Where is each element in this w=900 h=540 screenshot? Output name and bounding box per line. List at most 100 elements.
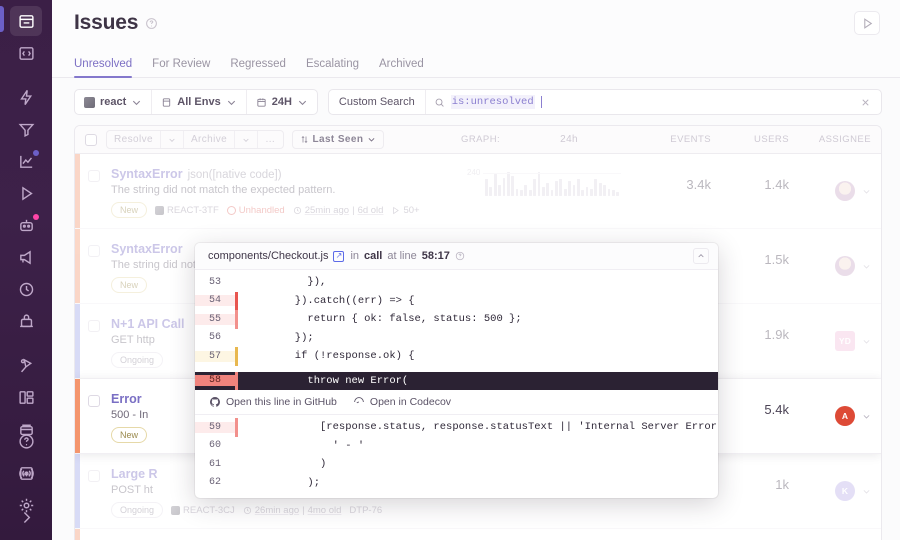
sparkline-bar <box>590 189 593 196</box>
code-line[interactable]: 60 ' - ' <box>195 437 718 456</box>
avatar[interactable]: A <box>835 406 855 426</box>
issue-title[interactable]: SyntaxErrorjson([native code]) <box>111 167 461 181</box>
sort-icon <box>300 135 309 144</box>
play-send-icon <box>861 17 874 30</box>
sort-label: Last Seen <box>313 134 364 145</box>
users-count[interactable]: 1k <box>711 454 789 528</box>
sidebar-item-broadcast[interactable] <box>10 458 42 488</box>
external-link-icon[interactable]: ↗ <box>333 251 344 262</box>
sort-button[interactable]: Last Seen <box>292 130 385 149</box>
issue-sparkline: 3 <box>461 529 629 540</box>
environment-icon <box>161 97 172 108</box>
ai-bot-badge-dot <box>33 214 39 220</box>
users-count[interactable]: 1.9k <box>711 304 789 378</box>
sparkline-bar <box>533 179 536 196</box>
graph-period-toggle[interactable]: 24h <box>560 134 578 145</box>
assignee-cell[interactable]: YD <box>789 304 881 378</box>
code-line[interactable]: 54 }).catch((err) => { <box>195 292 718 311</box>
avatar[interactable]: K <box>835 481 855 501</box>
row-checkbox[interactable] <box>88 245 100 257</box>
sidebar-item-insights[interactable] <box>10 146 42 176</box>
assignee-cell[interactable]: AT <box>789 529 881 540</box>
code-line[interactable]: 55 return { ok: false, status: 500 }; <box>195 310 718 329</box>
tab-escalating[interactable]: Escalating <box>306 58 359 77</box>
short-id[interactable]: REACT-3CJ <box>171 505 235 516</box>
sidebar-item-projects[interactable] <box>10 38 42 68</box>
sidebar-item-history[interactable] <box>10 274 42 304</box>
assignee-cell[interactable] <box>789 154 881 228</box>
chevron-down-icon[interactable] <box>862 487 871 496</box>
users-count[interactable]: 1.4k <box>711 154 789 228</box>
sidebar-item-crons[interactable] <box>10 306 42 336</box>
sidebar-expand-button[interactable] <box>10 502 42 532</box>
assignee-cell[interactable]: K <box>789 454 881 528</box>
avatar[interactable] <box>835 256 855 276</box>
table-row[interactable]: Errorcall(components/ProductsJoin)app un… <box>75 529 881 540</box>
avatar[interactable] <box>835 181 855 201</box>
sidebar-item-performance[interactable] <box>10 82 42 112</box>
row-checkbox[interactable] <box>88 395 100 407</box>
question-circle-icon[interactable] <box>145 17 158 30</box>
environment-filter[interactable]: All Envs <box>152 90 246 114</box>
avatar[interactable]: YD <box>835 331 855 351</box>
custom-search-label[interactable]: Custom Search <box>329 90 426 114</box>
time-period-filter[interactable]: 24H <box>247 90 317 114</box>
table-row[interactable]: SyntaxErrorjson([native code]) The string… <box>75 154 881 229</box>
sidebar-item-alerts[interactable] <box>10 242 42 272</box>
archive-dropdown-button[interactable] <box>235 131 258 148</box>
sidebar-item-ai-bot[interactable] <box>10 210 42 240</box>
popover-collapse-button[interactable] <box>693 248 709 264</box>
issue-subtitle: The string did not match the expected pa… <box>111 184 461 196</box>
projects-icon <box>18 45 35 62</box>
sidebar-item-issues[interactable] <box>10 6 42 36</box>
project-filter[interactable]: react <box>75 90 152 114</box>
tab-unresolved[interactable]: Unresolved <box>74 58 132 77</box>
question-circle-icon[interactable] <box>455 251 465 261</box>
clear-search-button[interactable] <box>850 90 881 114</box>
events-count[interactable]: 3.4k <box>629 154 711 228</box>
open-in-github-link[interactable]: Open this line in GitHub <box>209 396 337 408</box>
code-line[interactable]: 57 if (!response.ok) { <box>195 347 718 366</box>
chevron-down-icon[interactable] <box>862 337 871 346</box>
users-count[interactable]: 1.5k <box>711 229 789 303</box>
sidebar-item-funnel[interactable] <box>10 114 42 144</box>
row-checkbox[interactable] <box>88 320 100 332</box>
assignee-cell[interactable]: A <box>789 379 881 453</box>
sidebar-item-dashboards[interactable] <box>10 382 42 412</box>
sidebar-item-help[interactable] <box>10 426 42 456</box>
chevron-down-icon[interactable] <box>862 412 871 421</box>
short-id[interactable]: REACT-3TF <box>155 205 219 216</box>
sidebar-item-replays[interactable] <box>10 178 42 208</box>
code-line[interactable]: 61 ) <box>195 455 718 474</box>
code-line[interactable]: 53 }), <box>195 273 718 292</box>
select-all-checkbox[interactable] <box>85 134 97 146</box>
code-line[interactable]: 56 }); <box>195 329 718 348</box>
assignee-cell[interactable] <box>789 229 881 303</box>
code-line-active[interactable]: 58 throw new Error( <box>195 372 718 391</box>
sparkline-bar <box>577 179 580 196</box>
play-send-button[interactable] <box>854 11 880 35</box>
archive-button[interactable]: Archive <box>184 131 235 148</box>
more-actions-button[interactable]: … <box>258 131 282 148</box>
code-line[interactable]: 59 [response.status, response.statusText… <box>195 418 718 437</box>
users-count[interactable]: 5.4k <box>711 379 789 453</box>
chevron-down-icon[interactable] <box>862 262 871 271</box>
row-checkbox[interactable] <box>88 170 100 182</box>
users-count[interactable]: 26 <box>711 529 789 540</box>
open-in-codecov-link[interactable]: Open in Codecov <box>353 396 451 408</box>
tab-archived[interactable]: Archived <box>379 58 424 77</box>
sidebar-item-feature-flags[interactable] <box>10 350 42 380</box>
chevron-down-icon[interactable] <box>862 187 871 196</box>
code-line[interactable]: 62 ); <box>195 474 718 493</box>
tab-for-review[interactable]: For Review <box>152 58 210 77</box>
replay-count[interactable]: 50+ <box>391 205 419 216</box>
linked-issue-id[interactable]: DTP-76 <box>349 505 382 516</box>
events-count[interactable]: 26 <box>629 529 711 540</box>
line-number: 58 <box>195 375 235 386</box>
resolve-dropdown-button[interactable] <box>161 131 184 148</box>
resolve-button[interactable]: Resolve <box>107 131 161 148</box>
search-input[interactable]: is:unresolved <box>426 90 850 114</box>
tab-regressed[interactable]: Regressed <box>230 58 286 77</box>
row-checkbox[interactable] <box>88 470 100 482</box>
sparkline-axis <box>483 173 621 174</box>
